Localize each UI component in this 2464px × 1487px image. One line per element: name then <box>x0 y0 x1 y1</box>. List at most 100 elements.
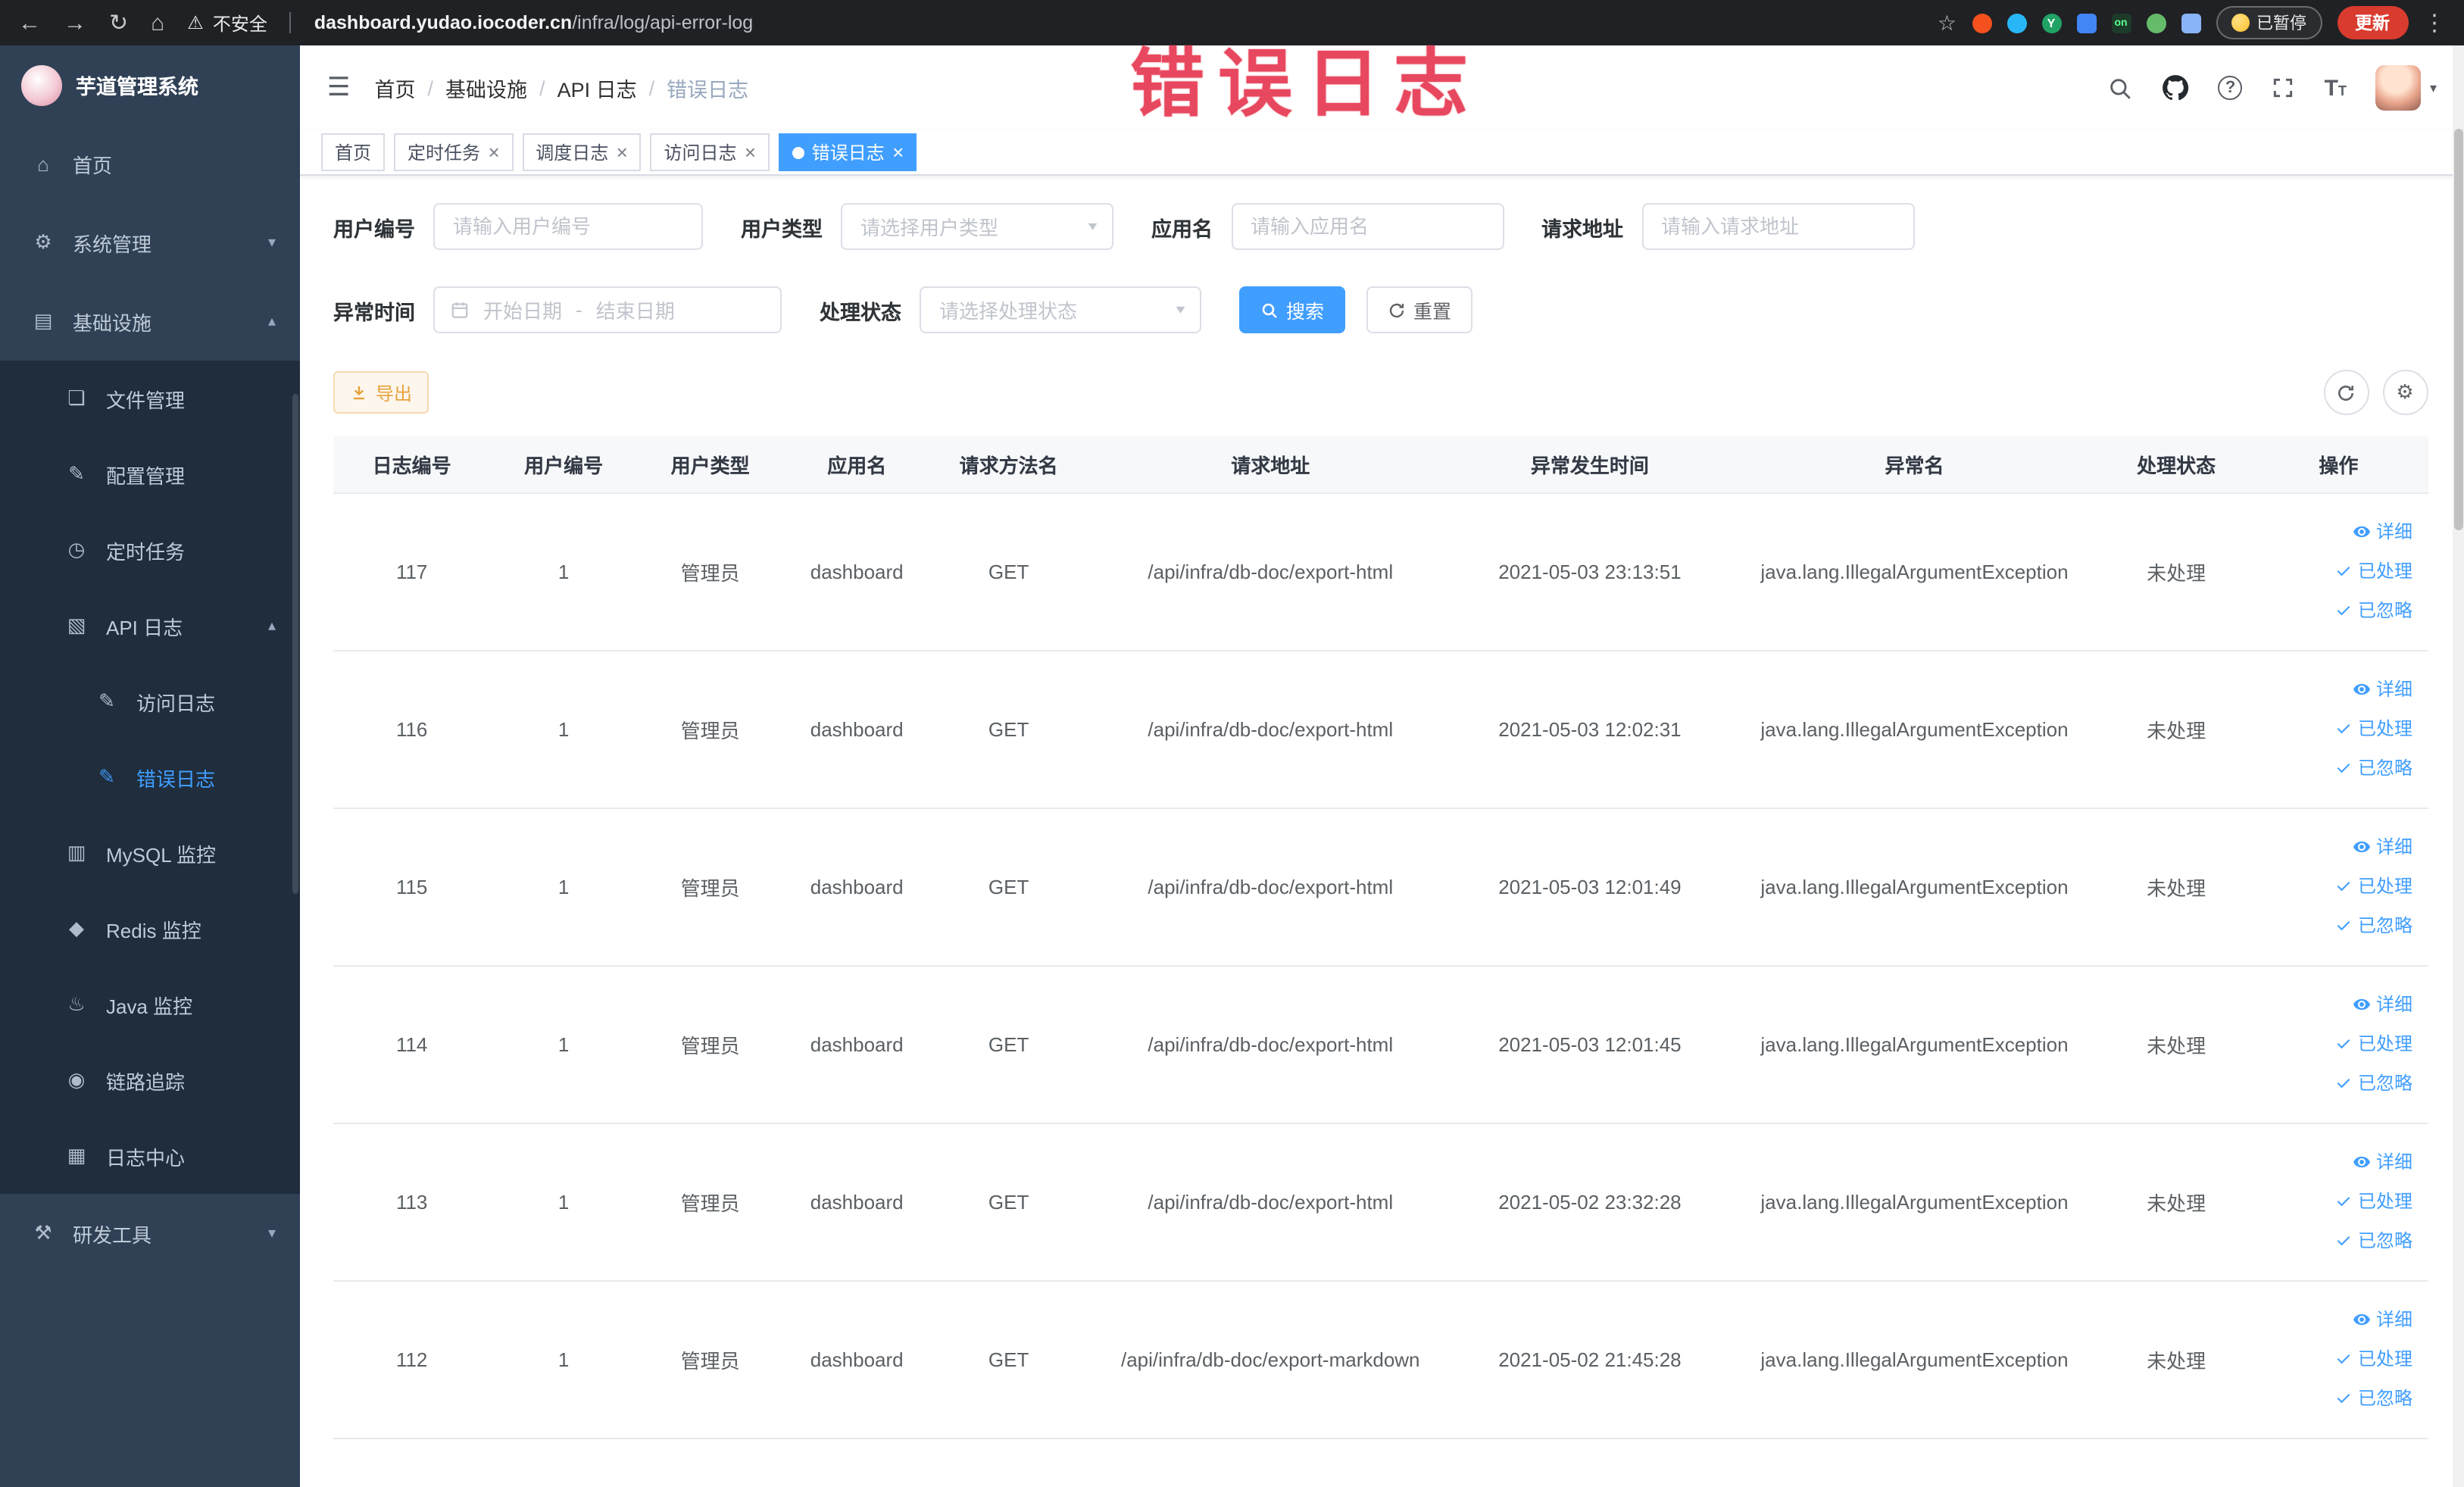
scrollbar-thumb[interactable] <box>2453 129 2462 530</box>
sidebar-item-dev-tools[interactable]: ⚒ 研发工具 ▾ <box>0 1194 300 1273</box>
row-action-processed[interactable]: 已处理 <box>2335 553 2412 589</box>
row-action-processed[interactable]: 已处理 <box>2335 1183 2412 1220</box>
tab-job-log[interactable]: 调度日志 × <box>522 133 642 171</box>
row-action-detail[interactable]: 详细 <box>2353 1144 2412 1180</box>
sidebar-scrollbar[interactable] <box>292 394 298 894</box>
sidebar-item-access-log[interactable]: ✎ 访问日志 <box>0 664 300 739</box>
sidebar-item-home[interactable]: ⌂ 首页 <box>0 124 300 203</box>
table-row: 116 1 管理员 dashboard GET/api/infra/db-doc/exp… <box>333 650 2428 808</box>
sidebar-item-error-log[interactable]: ✎ 错误日志 <box>0 739 300 815</box>
logo-row[interactable]: 芋道管理系统 <box>0 45 300 124</box>
chevron-down-icon: ▾ <box>267 234 276 251</box>
row-action-processed[interactable]: 已处理 <box>2335 868 2412 904</box>
sidebar-item-java-monitor[interactable]: ♨ Java 监控 <box>0 967 300 1042</box>
row-action-ignored[interactable]: 已忽略 <box>2335 1065 2412 1101</box>
search-button[interactable]: 搜索 <box>1239 286 1346 333</box>
navbar: ☰ 首页 / 基础设施 / API 日志 / 错误日志 ? TT ▾ <box>300 45 2464 130</box>
sidebar-item-api-log[interactable]: ▧ API 日志 ▴ <box>0 588 300 664</box>
browser-scrollbar[interactable] <box>2452 45 2464 1487</box>
reset-button[interactable]: 重置 <box>1366 286 1473 333</box>
java-icon: ♨ <box>67 992 86 1015</box>
column-settings-button[interactable]: ⚙ <box>2382 370 2428 415</box>
row-action-ignored[interactable]: 已忽略 <box>2335 750 2412 786</box>
update-button[interactable]: 更新 <box>2337 6 2408 39</box>
sidebar-item-file-mgmt[interactable]: ❏ 文件管理 <box>0 361 300 436</box>
extension-icon[interactable] <box>2076 13 2096 33</box>
breadcrumb-item[interactable]: API 日志 <box>557 73 637 103</box>
column-header: 用户类型 <box>636 436 784 493</box>
sidebar-item-infrastructure[interactable]: ▤ 基础设施 ▴ <box>0 282 300 361</box>
close-icon[interactable]: × <box>892 142 904 162</box>
search-icon[interactable] <box>2108 75 2134 101</box>
font-size-icon[interactable]: TT <box>2325 77 2347 99</box>
logo-title: 芋道管理系统 <box>76 76 198 98</box>
sidebar-item-system-mgmt[interactable]: ⚙ 系统管理 ▾ <box>0 203 300 282</box>
extension-icon[interactable]: Y <box>2041 13 2061 33</box>
process-status-select[interactable]: 请选择处理状态 ▾ <box>920 286 1201 333</box>
close-icon[interactable]: × <box>745 142 756 162</box>
bookmark-star-icon[interactable]: ☆ <box>1938 10 1957 36</box>
back-icon[interactable]: ← <box>18 11 41 34</box>
browser-home-icon[interactable]: ⌂ <box>151 11 164 34</box>
cell-status: 未处理 <box>2103 808 2250 966</box>
help-icon[interactable]: ? <box>2218 76 2243 100</box>
tab-access-log[interactable]: 访问日志 × <box>650 133 770 171</box>
row-action-detail[interactable]: 详细 <box>2353 1301 2412 1338</box>
sidebar-item-cron-job[interactable]: ◷ 定时任务 <box>0 512 300 588</box>
row-action-processed[interactable]: 已处理 <box>2335 1026 2412 1062</box>
tab-home[interactable]: 首页 <box>321 133 386 171</box>
address-bar[interactable]: dashboard.yudao.iocoder.cn/infra/log/api… <box>314 12 753 33</box>
column-header: 异常名 <box>1725 436 2103 493</box>
sidebar-item-label: Redis 监控 <box>106 919 201 942</box>
export-button[interactable]: 导出 <box>333 371 429 414</box>
sidebar-toggle-icon[interactable]: ☰ <box>327 73 351 103</box>
breadcrumb-item[interactable]: 首页 <box>375 73 416 103</box>
security-chip[interactable]: ⚠ 不安全 <box>187 10 267 36</box>
refresh-button[interactable] <box>2323 370 2369 415</box>
paused-badge[interactable]: 已暂停 <box>2216 6 2322 39</box>
github-icon[interactable] <box>2163 74 2190 102</box>
cell-time: 2021-05-03 23:13:51 <box>1454 492 1726 651</box>
extension-icon[interactable] <box>1972 13 1991 33</box>
row-action-detail[interactable]: 详细 <box>2353 986 2412 1023</box>
cell-user-type: 管理员 <box>636 650 784 808</box>
row-action-ignored[interactable]: 已忽略 <box>2335 592 2412 629</box>
sidebar-item-log-center[interactable]: ▦ 日志中心 <box>0 1118 300 1194</box>
user-id-input[interactable] <box>433 203 703 250</box>
sidebar-item-config-mgmt[interactable]: ✎ 配置管理 <box>0 436 300 512</box>
chevron-down-icon: ▾ <box>1088 218 1098 233</box>
forward-icon[interactable]: → <box>64 11 86 34</box>
user-type-select[interactable]: 请选择用户类型 ▾ <box>841 203 1113 250</box>
row-action-ignored[interactable]: 已忽略 <box>2335 1223 2412 1259</box>
close-icon[interactable]: × <box>616 142 627 162</box>
reload-icon[interactable]: ↻ <box>109 11 128 34</box>
app-name-input[interactable] <box>1231 203 1504 250</box>
sidebar-item-redis-monitor[interactable]: ◆ Redis 监控 <box>0 891 300 967</box>
cell-url: /api/infra/db-doc/export-html <box>1087 808 1454 966</box>
extension-icon[interactable] <box>2146 13 2166 33</box>
sidebar-item-mysql-monitor[interactable]: ▥ MySQL 监控 <box>0 815 300 891</box>
row-action-detail[interactable]: 详细 <box>2353 514 2412 550</box>
extension-icon[interactable] <box>2006 13 2026 33</box>
browser-menu-icon[interactable]: ⋮ <box>2423 11 2446 34</box>
sidebar-item-link-trace[interactable]: ◉ 链路追踪 <box>0 1042 300 1118</box>
row-action-detail[interactable]: 详细 <box>2353 829 2412 865</box>
date-range-picker[interactable]: 开始日期 - 结束日期 <box>433 286 782 333</box>
row-action-detail[interactable]: 详细 <box>2353 671 2412 708</box>
close-icon[interactable]: × <box>488 142 499 162</box>
row-action-ignored[interactable]: 已忽略 <box>2335 1380 2412 1417</box>
row-action-processed[interactable]: 已处理 <box>2335 1341 2412 1377</box>
extension-icon[interactable]: on <box>2111 13 2131 33</box>
tab-error-log[interactable]: 错误日志 × <box>778 133 917 171</box>
user-menu[interactable]: ▾ <box>2375 65 2437 111</box>
row-action-processed[interactable]: 已处理 <box>2335 711 2412 747</box>
cell-actions: 详细 已处理 已忽略 <box>2249 1123 2428 1281</box>
breadcrumb-item[interactable]: 基础设施 <box>445 73 527 103</box>
sidebar-item-label: 文件管理 <box>106 389 186 411</box>
cell-url: /api/infra/db-doc/export-html <box>1087 650 1454 808</box>
extension-icon[interactable] <box>2181 13 2200 33</box>
request-url-input[interactable] <box>1641 203 1914 250</box>
row-action-ignored[interactable]: 已忽略 <box>2335 908 2412 944</box>
fullscreen-icon[interactable] <box>2272 76 2296 100</box>
tab-cron-job[interactable]: 定时任务 × <box>394 133 514 171</box>
